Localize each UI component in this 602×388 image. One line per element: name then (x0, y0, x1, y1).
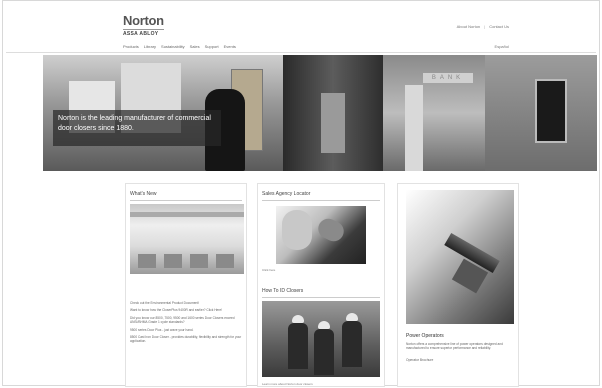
office-desk (216, 254, 234, 268)
hero-doorway (535, 79, 567, 143)
utility-separator: | (484, 24, 486, 29)
page-frame: Norton ASSA ABLOY About Norton | Contact… (2, 0, 600, 387)
whats-new-item[interactable]: 9500 series Door Plus - just wave your h… (130, 328, 244, 332)
hero-bank-photo: BANK (383, 55, 485, 171)
power-operators-title[interactable]: Power Operators (406, 333, 444, 339)
nav-support[interactable]: Support (205, 44, 219, 49)
whats-new-item[interactable]: Want to know how the CloserPlus 9400R an… (130, 308, 244, 312)
id-closers-title[interactable]: How To ID Closers (262, 288, 303, 294)
contact-link[interactable]: Contact Us (489, 24, 509, 29)
worker-hat (292, 315, 304, 323)
nav-library[interactable]: Library (144, 44, 156, 49)
main-nav: Products Library Sustainability Sales Su… (123, 44, 236, 49)
worker-body (342, 321, 362, 367)
hero-corridor-light (321, 93, 345, 153)
id-closers-caption[interactable]: Learn more about Norton door closers (262, 382, 313, 386)
hero-caption: Norton is the leading manufacturer of co… (53, 110, 221, 146)
sales-panel: Sales Agency Locator Click here How To I… (257, 183, 385, 387)
worker-body (288, 323, 308, 369)
nav-sustainability[interactable]: Sustainability (161, 44, 185, 49)
nav-products[interactable]: Products (123, 44, 139, 49)
id-closers-divider (262, 297, 380, 298)
sales-caption[interactable]: Click here (262, 268, 275, 272)
logo-sub-text: ASSA ABLOY (123, 29, 164, 37)
nav-events[interactable]: Events (224, 44, 236, 49)
whats-new-item[interactable]: Check out the Environmental Product Docu… (130, 301, 244, 305)
hero-lobby-photo (485, 55, 597, 171)
norton-logo[interactable]: Norton ASSA ABLOY (123, 14, 164, 37)
nav-sales[interactable]: Sales (190, 44, 200, 49)
office-desk (164, 254, 182, 268)
office-desk (190, 254, 208, 268)
sales-locator-image[interactable] (276, 206, 366, 264)
about-link[interactable]: About Norton (457, 24, 481, 29)
hero-column (405, 85, 423, 171)
worker-hat (318, 321, 330, 329)
hero-corridor-photo (283, 55, 383, 171)
whats-new-divider (130, 200, 242, 201)
logo-main-text: Norton (123, 13, 164, 28)
power-operators-panel: Power Operators Norton offers a comprehe… (397, 183, 519, 387)
whats-new-panel: What's New Check out the Environmental P… (125, 183, 247, 387)
power-operators-description: Norton offers a comprehensive line of po… (406, 342, 503, 351)
sales-image-face (282, 210, 312, 250)
utility-nav: About Norton | Contact Us (457, 24, 509, 29)
id-closers-image[interactable] (262, 301, 380, 377)
sales-image-hand (314, 215, 348, 245)
header-divider (6, 52, 596, 53)
language-link[interactable]: Español (495, 44, 509, 49)
whats-new-title: What's New (130, 191, 157, 197)
worker-hat (346, 313, 358, 321)
sales-divider (262, 200, 380, 201)
office-shelf (130, 212, 244, 217)
worker-body (314, 329, 334, 375)
hero-bank-sign: BANK (423, 73, 473, 83)
whats-new-item[interactable]: Did you know our 8500, 7500, 9500 and 16… (130, 316, 244, 325)
office-desk (138, 254, 156, 268)
power-operators-image[interactable] (406, 190, 514, 324)
operator-brochure-link[interactable]: Operator Brochure (406, 358, 433, 362)
whats-new-image[interactable] (130, 204, 244, 274)
whats-new-list: Check out the Environmental Product Docu… (130, 301, 244, 347)
whats-new-item[interactable]: 8500 Cast Iron Door Closer - provides du… (130, 335, 244, 344)
sales-locator-title[interactable]: Sales Agency Locator (262, 191, 310, 197)
